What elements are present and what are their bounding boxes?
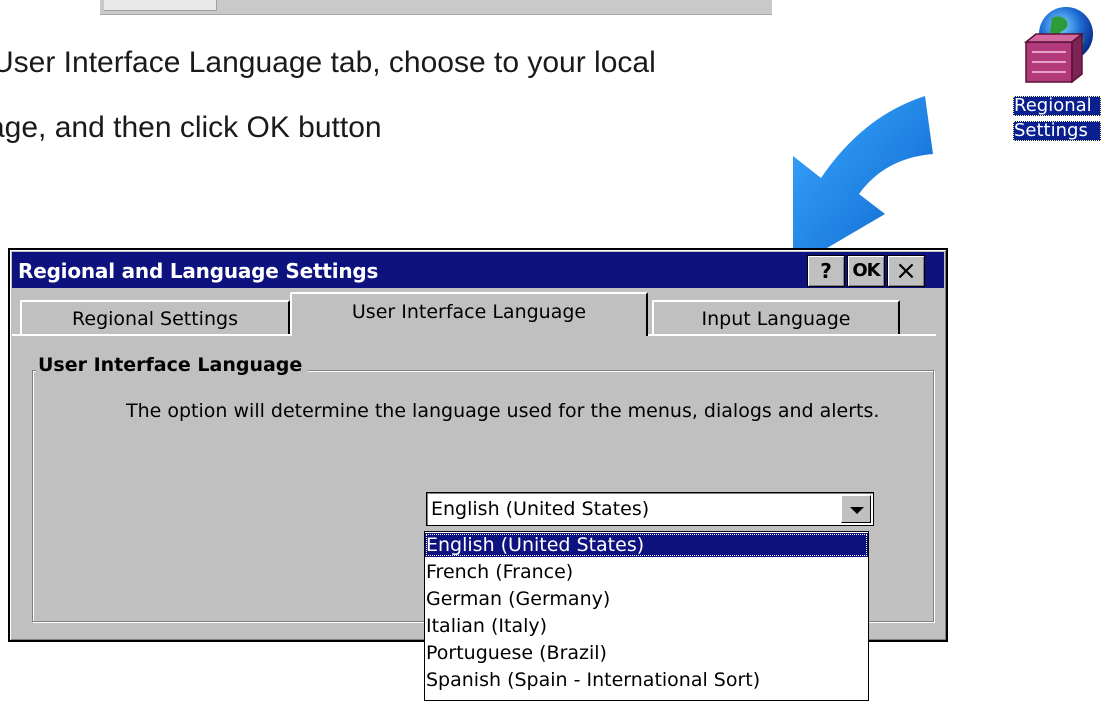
dialog-tabs: Regional Settings User Interface Languag… bbox=[18, 292, 938, 336]
close-button[interactable]: × bbox=[887, 255, 925, 287]
tab-user-interface-language[interactable]: User Interface Language bbox=[290, 292, 648, 336]
tab-regional-settings[interactable]: Regional Settings bbox=[20, 300, 290, 334]
tab-input-language[interactable]: Input Language bbox=[652, 300, 900, 334]
language-dropdown-list: English (United States) French (France) … bbox=[424, 531, 869, 701]
instruction-line-2: age, and then click OK button bbox=[0, 111, 382, 144]
language-option[interactable]: Spanish (Spain - International Sort) bbox=[425, 668, 868, 692]
language-option[interactable]: Portuguese (Brazil) bbox=[425, 641, 868, 665]
ok-button[interactable]: OK bbox=[847, 255, 885, 287]
chevron-down-icon bbox=[850, 507, 864, 514]
dialog-titlebar[interactable]: Regional and Language Settings ? OK × bbox=[12, 252, 944, 288]
language-option[interactable]: French (France) bbox=[425, 560, 868, 584]
desktop-icon-label-line-2: Settings bbox=[1013, 121, 1101, 141]
instruction-line-1: User Interface Language tab, choose to y… bbox=[0, 46, 656, 79]
language-select-value: English (United States) bbox=[431, 498, 650, 520]
desktop-icon-label-line-1: Regional bbox=[1013, 96, 1101, 116]
language-option[interactable]: German (Germany) bbox=[425, 587, 868, 611]
help-button[interactable]: ? bbox=[807, 255, 845, 287]
dropdown-button[interactable] bbox=[841, 495, 871, 523]
previous-screenshot-segment bbox=[104, 0, 217, 11]
groupbox-title: User Interface Language bbox=[36, 354, 309, 376]
dialog-title: Regional and Language Settings bbox=[18, 259, 379, 283]
regional-settings-globe-icon bbox=[1023, 7, 1093, 84]
previous-screenshot-edge bbox=[100, 0, 772, 15]
language-description: The option will determine the language u… bbox=[126, 400, 880, 422]
language-option[interactable]: Italian (Italy) bbox=[425, 614, 868, 638]
regional-settings-desktop-icon[interactable]: Regional Settings bbox=[1013, 4, 1105, 154]
language-option[interactable]: English (United States) bbox=[425, 533, 868, 557]
language-select[interactable]: English (United States) bbox=[426, 492, 874, 526]
